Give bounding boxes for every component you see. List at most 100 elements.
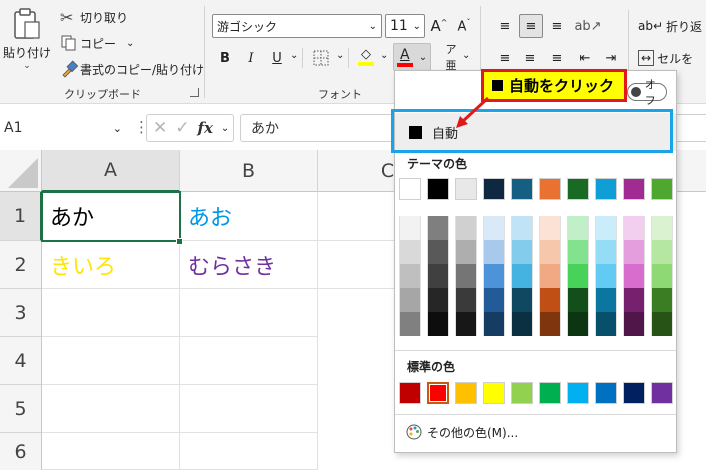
merge-label: セルを [657, 51, 694, 66]
row-header-label: 3 [14, 301, 27, 324]
standard-color-swatch[interactable] [483, 382, 505, 404]
font-color-button[interactable]: A ⌄ [393, 43, 431, 71]
cell-a4[interactable] [42, 337, 180, 385]
cut-button[interactable]: ✂ 切り取り [60, 6, 128, 28]
cell-b3[interactable] [180, 289, 318, 337]
row-header-1[interactable]: 1 [0, 192, 42, 241]
insert-function-button[interactable]: fx [198, 119, 213, 137]
copy-button[interactable]: コピー ⌄ [60, 32, 134, 54]
callout-arrow-icon [456, 96, 490, 128]
chevron-down-icon[interactable]: ⌄ [462, 50, 470, 61]
row-header-4[interactable]: 4 [0, 337, 42, 385]
row-header-6[interactable]: 6 [0, 433, 42, 470]
chevron-down-icon[interactable]: ⌄ [290, 50, 298, 61]
bold-button[interactable]: B [214, 46, 236, 70]
font-group-label: フォント [318, 88, 362, 101]
cell-a2[interactable]: きいろ [42, 241, 180, 289]
row-header-3[interactable]: 3 [0, 289, 42, 337]
group-separator [204, 6, 205, 98]
row-header-label: 1 [13, 205, 27, 227]
clipboard-group-label: クリップボード [64, 88, 141, 101]
underline-button[interactable]: U [266, 46, 288, 70]
increase-indent-button[interactable]: ⇥ [600, 46, 622, 70]
merge-button[interactable]: ↔ セルを [638, 46, 693, 70]
italic-label: I [248, 50, 254, 66]
column-header-label: C [380, 159, 395, 182]
standard-color-swatch[interactable] [511, 382, 533, 404]
fill-handle[interactable] [176, 238, 183, 245]
fill-color-button[interactable]: ◇ [354, 44, 378, 70]
more-colors-label: その他の色(M)... [427, 425, 519, 440]
chevron-down-icon: ⌄ [412, 20, 421, 32]
font-name-combo[interactable]: 游ゴシック ⌄ [212, 14, 382, 38]
column-header-a[interactable]: A [42, 150, 180, 192]
align-top-button[interactable]: ≡ [494, 14, 516, 38]
paste-button[interactable]: 貼り付け ⌄ [2, 4, 52, 80]
scissors-icon: ✂ [60, 7, 74, 27]
align-center-button[interactable]: ≡ [519, 46, 541, 70]
clipboard-icon [14, 8, 40, 39]
cell-b2[interactable]: むらさき [180, 241, 318, 289]
align-left-button[interactable]: ≡ [494, 46, 516, 70]
cell-b4[interactable] [180, 337, 318, 385]
row-header-2[interactable]: 2 [0, 241, 42, 289]
cancel-icon[interactable]: ✕ [153, 118, 167, 138]
paintbrush-icon [62, 60, 78, 78]
standard-color-swatch[interactable] [399, 382, 421, 404]
copy-label: コピー [80, 36, 117, 51]
align-top-icon: ≡ [499, 18, 511, 34]
decrease-indent-button[interactable]: ⇤ [574, 46, 596, 70]
separator [302, 48, 303, 68]
standard-color-swatch[interactable] [567, 382, 589, 404]
align-right-icon: ≡ [551, 50, 563, 66]
more-colors-item[interactable]: その他の色(M)... [405, 421, 518, 443]
standard-color-swatch[interactable] [595, 382, 617, 404]
chevron-down-icon[interactable]: ⌄ [380, 50, 388, 61]
align-right-button[interactable]: ≡ [546, 46, 568, 70]
align-bottom-button[interactable]: ≡ [546, 14, 568, 38]
align-middle-button[interactable]: ≡ [519, 14, 543, 38]
standard-color-swatch[interactable] [651, 382, 673, 404]
cell-b2-text: むらさき [188, 254, 277, 280]
column-header-b[interactable]: B [180, 150, 318, 192]
cell-a2-text: きいろ [50, 254, 117, 280]
font-size-combo[interactable]: 11 ⌄ [385, 14, 425, 38]
paint-bucket-icon: ◇ [361, 47, 371, 62]
decrease-font-size-button[interactable]: Aˇ [453, 14, 475, 38]
select-all-corner[interactable] [0, 150, 42, 192]
border-icon [313, 50, 329, 66]
format-painter-button[interactable]: 書式のコピー/貼り付け [60, 58, 204, 80]
cell-b1-text: あお [188, 206, 233, 231]
row-header-5[interactable]: 5 [0, 385, 42, 433]
cell-b6[interactable] [180, 433, 318, 470]
font-name-value: 游ゴシック [217, 19, 278, 34]
italic-button[interactable]: I [240, 46, 262, 70]
standard-color-swatch[interactable] [455, 382, 477, 404]
wrap-text-button[interactable]: ab↵ 折り返 [638, 14, 702, 38]
formula-value: あか [251, 121, 279, 137]
cell-b1[interactable]: あお [180, 192, 318, 241]
standard-color-swatch[interactable] [427, 382, 449, 404]
standard-color-swatch[interactable] [623, 382, 645, 404]
border-button[interactable] [308, 46, 334, 70]
phonetic-icon: ア亜 [445, 43, 457, 72]
column-header-label: B [241, 159, 256, 182]
font-size-value: 11 [390, 18, 408, 34]
cell-b5[interactable] [180, 385, 318, 433]
orientation-button[interactable]: ab↗ [574, 14, 602, 38]
phonetic-guide-button[interactable]: ア亜 [440, 43, 462, 72]
standard-color-swatch[interactable] [539, 382, 561, 404]
enter-icon[interactable]: ✓ [175, 118, 189, 138]
cell-a3[interactable] [42, 289, 180, 337]
wrap-text-icon: ab↵ [638, 19, 664, 33]
chevron-down-icon[interactable]: ⌄ [336, 50, 344, 61]
cell-a6[interactable] [42, 433, 180, 470]
cell-a5[interactable] [42, 385, 180, 433]
underline-label: U [272, 50, 282, 66]
row-header-label: 6 [14, 440, 27, 463]
increase-font-size-button[interactable]: A^ [428, 14, 450, 38]
dialog-launcher-icon[interactable] [190, 88, 199, 97]
wrap-text-label: 折り返 [666, 19, 703, 34]
orientation-icon: ab↗ [574, 18, 602, 34]
name-box[interactable]: A1 ⌄ [0, 114, 126, 142]
